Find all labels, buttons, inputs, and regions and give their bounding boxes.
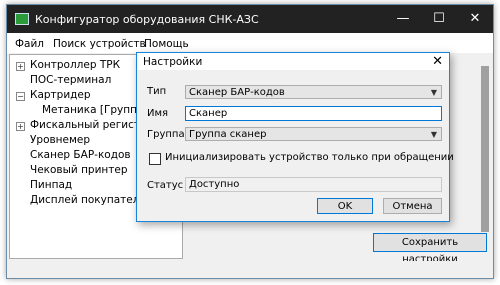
type-label: Тип <box>147 86 167 97</box>
name-input[interactable]: Сканер <box>185 106 442 121</box>
app-icon <box>15 13 29 25</box>
name-label: Имя <box>147 108 169 119</box>
init-on-access-label: Инициализировать устройство только при о… <box>165 152 454 163</box>
group-label: Группа <box>147 129 185 140</box>
title-bar: Конфигуратор оборудования СНК-АЗС — ☐ ✕ <box>7 5 493 33</box>
menu-file[interactable]: Файл <box>15 38 44 50</box>
window-title: Конфигуратор оборудования СНК-АЗС <box>35 13 259 26</box>
expand-icon[interactable]: + <box>16 62 25 71</box>
save-settings-button[interactable]: Сохранить настройки <box>373 233 487 265</box>
collapse-icon[interactable]: − <box>16 92 25 101</box>
status-strip <box>7 261 493 278</box>
menu-bar: Файл Поиск устройств Помощь <box>7 33 493 53</box>
status-label: Статус <box>147 180 184 191</box>
status-value: Доступно <box>185 177 442 192</box>
ok-button[interactable]: OK <box>317 198 373 214</box>
expand-icon[interactable]: + <box>16 122 25 131</box>
chevron-down-icon: ▼ <box>430 130 437 139</box>
type-select[interactable]: Сканер БАР-кодов ▼ <box>185 85 442 99</box>
dialog-title: Настройки <box>143 56 203 68</box>
menu-device-search[interactable]: Поиск устройств <box>53 38 146 50</box>
panel-gray-area <box>481 66 489 232</box>
chevron-down-icon: ▼ <box>430 88 437 97</box>
menu-help[interactable]: Помощь <box>144 38 189 50</box>
group-select[interactable]: Группа сканер ▼ <box>185 127 442 141</box>
dialog-title-bar: Настройки ✕ <box>137 53 449 70</box>
init-on-access-checkbox[interactable] <box>149 153 161 165</box>
minimize-button[interactable]: — <box>385 5 421 33</box>
settings-dialog: Настройки ✕ Тип Сканер БАР-кодов ▼ Имя С… <box>136 52 454 222</box>
dialog-close-icon[interactable]: ✕ <box>432 53 443 70</box>
cancel-button[interactable]: Отмена <box>383 198 442 214</box>
maximize-button[interactable]: ☐ <box>421 5 457 33</box>
close-button[interactable]: ✕ <box>457 5 493 33</box>
